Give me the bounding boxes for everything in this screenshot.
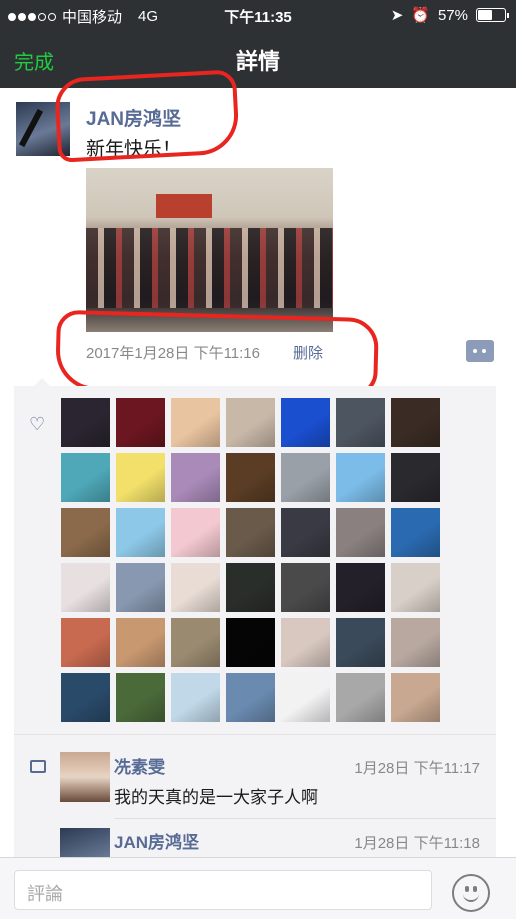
comment-input-bar: 評論 (0, 857, 516, 919)
like-avatar[interactable] (281, 508, 330, 557)
comment-time: 1月28日 下午11:18 (354, 835, 480, 852)
like-avatar[interactable] (171, 508, 220, 557)
photo-painting (156, 194, 212, 218)
like-avatar[interactable] (116, 398, 165, 447)
like-avatar[interactable] (116, 618, 165, 667)
like-avatar[interactable] (336, 673, 385, 722)
comment-avatar[interactable] (60, 752, 110, 802)
photo-group (86, 228, 333, 308)
comment-author-name[interactable]: 冼素雯 (114, 753, 165, 778)
like-avatar[interactable] (171, 453, 220, 502)
comment-time: 1月28日 下午11:17 (354, 760, 480, 777)
like-avatar[interactable] (391, 618, 440, 667)
like-avatar[interactable] (226, 563, 275, 612)
like-avatar[interactable] (116, 453, 165, 502)
like-avatar[interactable] (226, 508, 275, 557)
like-avatar[interactable] (61, 508, 110, 557)
comment-author-name[interactable]: JAN房鸿坚 (114, 828, 199, 853)
emoji-icon[interactable] (452, 874, 490, 912)
comment-action-button[interactable] (466, 340, 494, 362)
like-avatar[interactable] (116, 508, 165, 557)
like-avatar[interactable] (391, 508, 440, 557)
like-avatar[interactable] (226, 398, 275, 447)
page-title: 詳情 (235, 49, 280, 74)
like-avatar[interactable] (226, 453, 275, 502)
like-avatar[interactable] (116, 673, 165, 722)
like-avatar[interactable] (391, 673, 440, 722)
like-avatar-grid (61, 398, 443, 722)
battery-icon (476, 8, 509, 22)
like-avatar[interactable] (281, 398, 330, 447)
like-avatar[interactable] (61, 563, 110, 612)
like-avatar[interactable] (336, 563, 385, 612)
comment-separator (114, 818, 496, 819)
like-avatar[interactable] (61, 618, 110, 667)
post-photo[interactable] (86, 168, 333, 332)
like-avatar[interactable] (61, 453, 110, 502)
comment-text: 我的天真的是一大家子人啊 (114, 788, 318, 807)
location-icon: ➤ (390, 7, 404, 24)
like-avatar[interactable] (281, 453, 330, 502)
top-bar: 中国移动 4G 下午11:35 ➤ ⏰ 57% 完成 詳情 (0, 0, 516, 88)
like-avatar[interactable] (226, 673, 275, 722)
like-avatar[interactable] (281, 563, 330, 612)
like-avatar[interactable] (391, 563, 440, 612)
status-bar: 中国移动 4G 下午11:35 ➤ ⏰ 57% (0, 0, 516, 30)
like-avatar[interactable] (336, 398, 385, 447)
like-avatar[interactable] (391, 453, 440, 502)
heart-icon: ♡ (29, 414, 46, 434)
like-avatar[interactable] (336, 508, 385, 557)
like-avatar[interactable] (336, 618, 385, 667)
like-avatar[interactable] (171, 563, 220, 612)
annotation-circle-timestamp (55, 309, 379, 399)
annotation-circle-name (53, 69, 241, 163)
like-avatar[interactable] (226, 618, 275, 667)
battery-percent: 57% (437, 6, 468, 24)
comment-avatar[interactable] (60, 828, 110, 857)
like-avatar[interactable] (171, 398, 220, 447)
like-avatar[interactable] (336, 453, 385, 502)
status-right: ➤ ⏰ 57% (390, 6, 509, 24)
like-avatar[interactable] (61, 398, 110, 447)
comment-input[interactable]: 評論 (14, 870, 432, 910)
like-avatar[interactable] (281, 673, 330, 722)
like-avatar[interactable] (61, 673, 110, 722)
like-avatar[interactable] (171, 618, 220, 667)
comment-bubble-icon (30, 760, 46, 773)
alarm-icon: ⏰ (411, 7, 430, 24)
like-avatar[interactable] (171, 673, 220, 722)
like-avatar[interactable] (281, 618, 330, 667)
like-avatar[interactable] (391, 398, 440, 447)
like-avatar[interactable] (116, 563, 165, 612)
